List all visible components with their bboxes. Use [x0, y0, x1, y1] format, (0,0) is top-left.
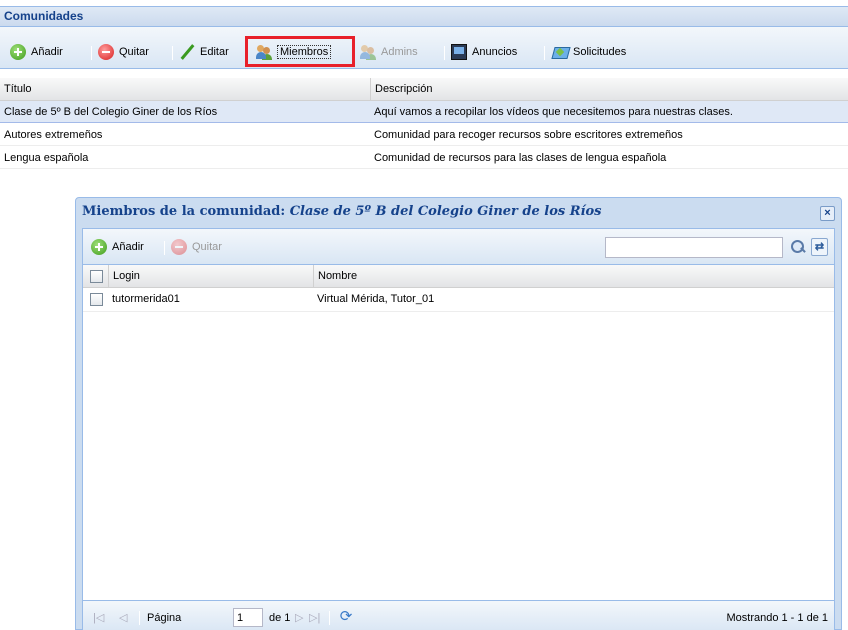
- add-icon: [10, 44, 26, 60]
- remove-icon: [98, 44, 114, 60]
- remove-label: Quitar: [119, 46, 149, 58]
- column-header-name[interactable]: Nombre: [313, 265, 834, 288]
- announcements-label: Anuncios: [472, 46, 518, 58]
- prev-page-button[interactable]: ◁: [119, 609, 127, 627]
- row-checkbox[interactable]: [90, 293, 103, 306]
- add-label: Añadir: [31, 46, 63, 58]
- announcements-button[interactable]: Anuncios: [451, 43, 517, 61]
- toolbar-separator: [164, 241, 165, 255]
- requests-button[interactable]: Solicitudes: [552, 43, 626, 61]
- members-highlight-box: [245, 36, 355, 67]
- members-grid-header: Login Nombre: [83, 265, 834, 288]
- communities-grid-header: Título Descripción: [0, 78, 848, 101]
- requests-label: Solicitudes: [573, 46, 627, 58]
- page-count-label: de 1: [269, 612, 291, 624]
- column-header-title[interactable]: Título: [0, 78, 370, 101]
- add-community-button[interactable]: Añadir: [10, 43, 63, 61]
- cell-description: Comunidad de recursos para las clases de…: [374, 152, 667, 164]
- cell-title: Autores extremeños: [4, 129, 103, 141]
- paging-separator: [329, 611, 330, 625]
- cell-title: Lengua española: [4, 152, 89, 164]
- members-toolbar: Añadir Quitar ⇄: [83, 229, 834, 265]
- panel-title: Comunidades: [0, 6, 848, 27]
- toolbar-separator: [544, 46, 545, 60]
- cell-title: Clase de 5º B del Colegio Giner de los R…: [4, 106, 218, 118]
- toolbar-separator: [172, 46, 173, 60]
- admins-button[interactable]: Admins: [360, 43, 418, 61]
- remove-icon: [171, 239, 187, 255]
- paging-info: Mostrando 1 - 1 de 1: [726, 612, 828, 624]
- requests-icon: [552, 44, 568, 60]
- column-header-login[interactable]: Login: [108, 265, 313, 288]
- close-icon: ×: [824, 207, 831, 219]
- cell-name: Virtual Mérida, Tutor_01: [317, 293, 435, 305]
- search-icon[interactable]: [789, 238, 807, 256]
- window-title: Miembros de la comunidad: Clase de 5º B …: [82, 204, 602, 219]
- edit-label: Editar: [200, 46, 229, 58]
- page-label: Página: [147, 612, 182, 624]
- select-all-checkbox[interactable]: [90, 270, 103, 283]
- add-member-label: Añadir: [112, 241, 144, 253]
- admins-label: Admins: [381, 46, 418, 58]
- next-page-button[interactable]: ▷: [295, 609, 303, 627]
- last-page-button[interactable]: ▷|: [309, 609, 320, 627]
- refresh-search-button[interactable]: ⇄: [811, 238, 828, 256]
- window-title-community: Clase de 5º B del Colegio Giner de los R…: [289, 204, 602, 219]
- search-input[interactable]: [605, 237, 783, 258]
- table-row[interactable]: Lengua española Comunidad de recursos pa…: [0, 147, 848, 169]
- window-body: Añadir Quitar ⇄ Login Nombre tutormerida…: [82, 228, 835, 630]
- add-member-button[interactable]: Añadir: [91, 238, 144, 256]
- toolbar-separator: [444, 46, 445, 60]
- admins-icon: [360, 44, 376, 60]
- remove-member-button[interactable]: Quitar: [171, 238, 222, 256]
- table-row[interactable]: tutormerida01 Virtual Mérida, Tutor_01: [83, 288, 834, 312]
- cell-description: Comunidad para recoger recursos sobre es…: [374, 129, 683, 141]
- toolbar-separator: [91, 46, 92, 60]
- table-row[interactable]: Autores extremeños Comunidad para recoge…: [0, 124, 848, 146]
- paging-toolbar: |◁ ◁ Página de 1 ▷ ▷| ⟳ Mostrando 1 - 1 …: [83, 600, 834, 630]
- members-window: Miembros de la comunidad: Clase de 5º B …: [75, 197, 842, 630]
- paging-separator: [139, 611, 140, 625]
- window-title-prefix: Miembros de la comunidad:: [82, 204, 286, 219]
- close-button[interactable]: ×: [820, 206, 835, 221]
- pencil-icon: [179, 44, 195, 60]
- refresh-icon[interactable]: ⟳: [337, 608, 355, 626]
- first-page-button[interactable]: |◁: [93, 609, 104, 627]
- column-header-description[interactable]: Descripción: [370, 78, 848, 101]
- remove-member-label: Quitar: [192, 241, 222, 253]
- edit-community-button[interactable]: Editar: [179, 43, 229, 61]
- monitor-icon: [451, 44, 467, 60]
- remove-community-button[interactable]: Quitar: [98, 43, 149, 61]
- cell-login: tutormerida01: [112, 293, 180, 305]
- page-number-input[interactable]: [233, 608, 263, 627]
- cell-description: Aquí vamos a recopilar los vídeos que ne…: [374, 106, 733, 118]
- table-row[interactable]: Clase de 5º B del Colegio Giner de los R…: [0, 101, 848, 123]
- add-icon: [91, 239, 107, 255]
